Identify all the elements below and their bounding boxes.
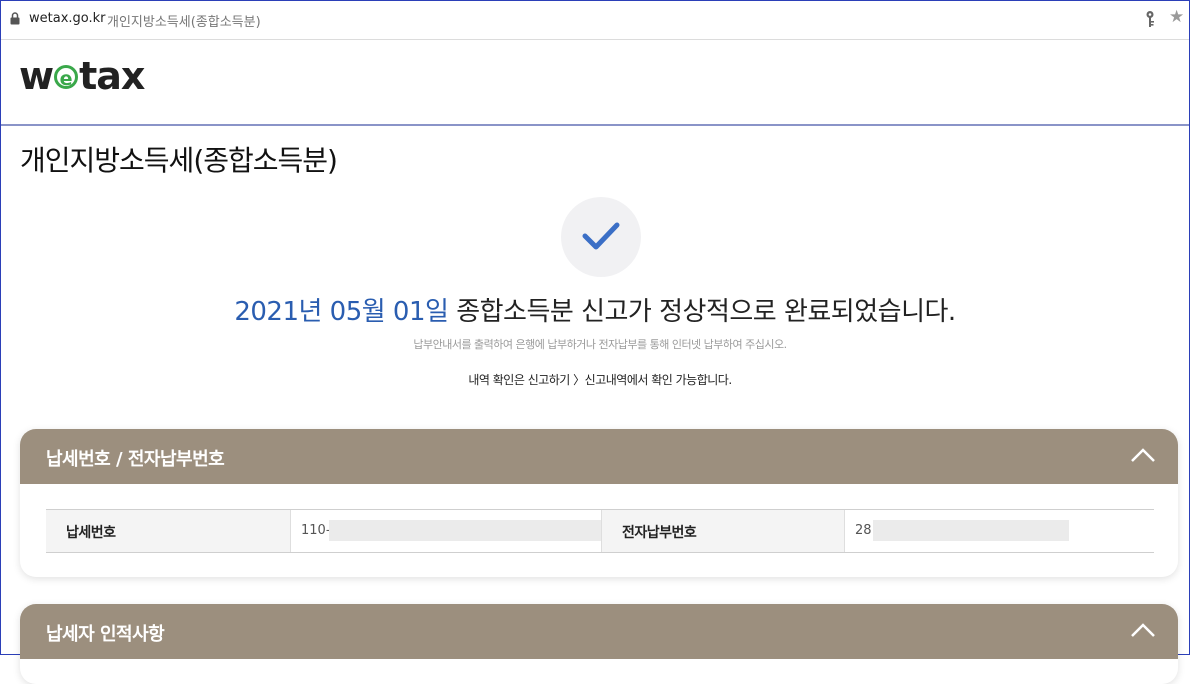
epay-number-value: 28 bbox=[855, 523, 872, 538]
logo-e-mark: e bbox=[54, 65, 79, 90]
chevron-up-icon[interactable] bbox=[1130, 622, 1156, 638]
completion-date: 2021년 05월 01일 bbox=[234, 297, 449, 327]
chevron-up-icon[interactable] bbox=[1130, 447, 1156, 463]
address-page-title: 개인지방소득세(종합소득분) bbox=[107, 15, 261, 30]
wetax-logo[interactable]: w e tax bbox=[19, 57, 145, 95]
tax-number-value-cell: 110- bbox=[291, 510, 601, 552]
browser-address-bar[interactable]: wetax.go.kr 개인지방소득세(종합소득분) ★ bbox=[1, 1, 1189, 40]
lock-icon bbox=[10, 12, 20, 25]
page-title: 개인지방소득세(종합소득분) bbox=[20, 144, 338, 177]
panel-title: 납세자 인적사항 bbox=[46, 624, 165, 645]
site-header: w e tax bbox=[1, 40, 1189, 126]
redacted-block bbox=[329, 520, 601, 541]
epay-number-label-cell: 전자납부번호 bbox=[602, 510, 844, 552]
address-domain[interactable]: wetax.go.kr bbox=[29, 11, 106, 26]
history-info-text: 내역 확인은 신고하기 〉신고내역에서 확인 가능합니다. bbox=[468, 373, 732, 387]
epay-number-value-cell: 28 bbox=[845, 510, 1154, 552]
payment-guide-text: 납부안내서를 출력하여 은행에 납부하거나 전자납부를 통해 인터넷 납부하여 … bbox=[413, 338, 787, 351]
bookmark-star-icon[interactable]: ★ bbox=[1169, 9, 1184, 26]
tax-number-panel: 납세번호 / 전자납부번호 납세번호 110- 전자납부번호 28 bbox=[20, 429, 1178, 577]
tax-number-table: 납세번호 110- 전자납부번호 28 bbox=[46, 509, 1154, 553]
check-icon bbox=[582, 222, 620, 250]
key-icon[interactable] bbox=[1144, 10, 1156, 28]
panel-title: 납세번호 / 전자납부번호 bbox=[46, 449, 225, 470]
taxpayer-info-panel-header[interactable]: 납세자 인적사항 bbox=[20, 604, 1178, 659]
tax-number-label-cell: 납세번호 bbox=[46, 510, 290, 552]
tax-number-value: 110- bbox=[301, 523, 331, 538]
taxpayer-info-panel: 납세자 인적사항 bbox=[20, 604, 1178, 684]
completion-message: 2021년 05월 01일 종합소득분 신고가 정상적으로 완료되었습니다. bbox=[1, 291, 1189, 328]
tax-number-label: 납세번호 bbox=[66, 525, 116, 541]
tax-number-panel-header[interactable]: 납세번호 / 전자납부번호 bbox=[20, 429, 1178, 484]
success-check-badge bbox=[561, 197, 641, 277]
completion-text: 종합소득분 신고가 정상적으로 완료되었습니다. bbox=[448, 297, 956, 327]
redacted-block bbox=[873, 520, 1069, 541]
epay-number-label: 전자납부번호 bbox=[622, 525, 697, 541]
